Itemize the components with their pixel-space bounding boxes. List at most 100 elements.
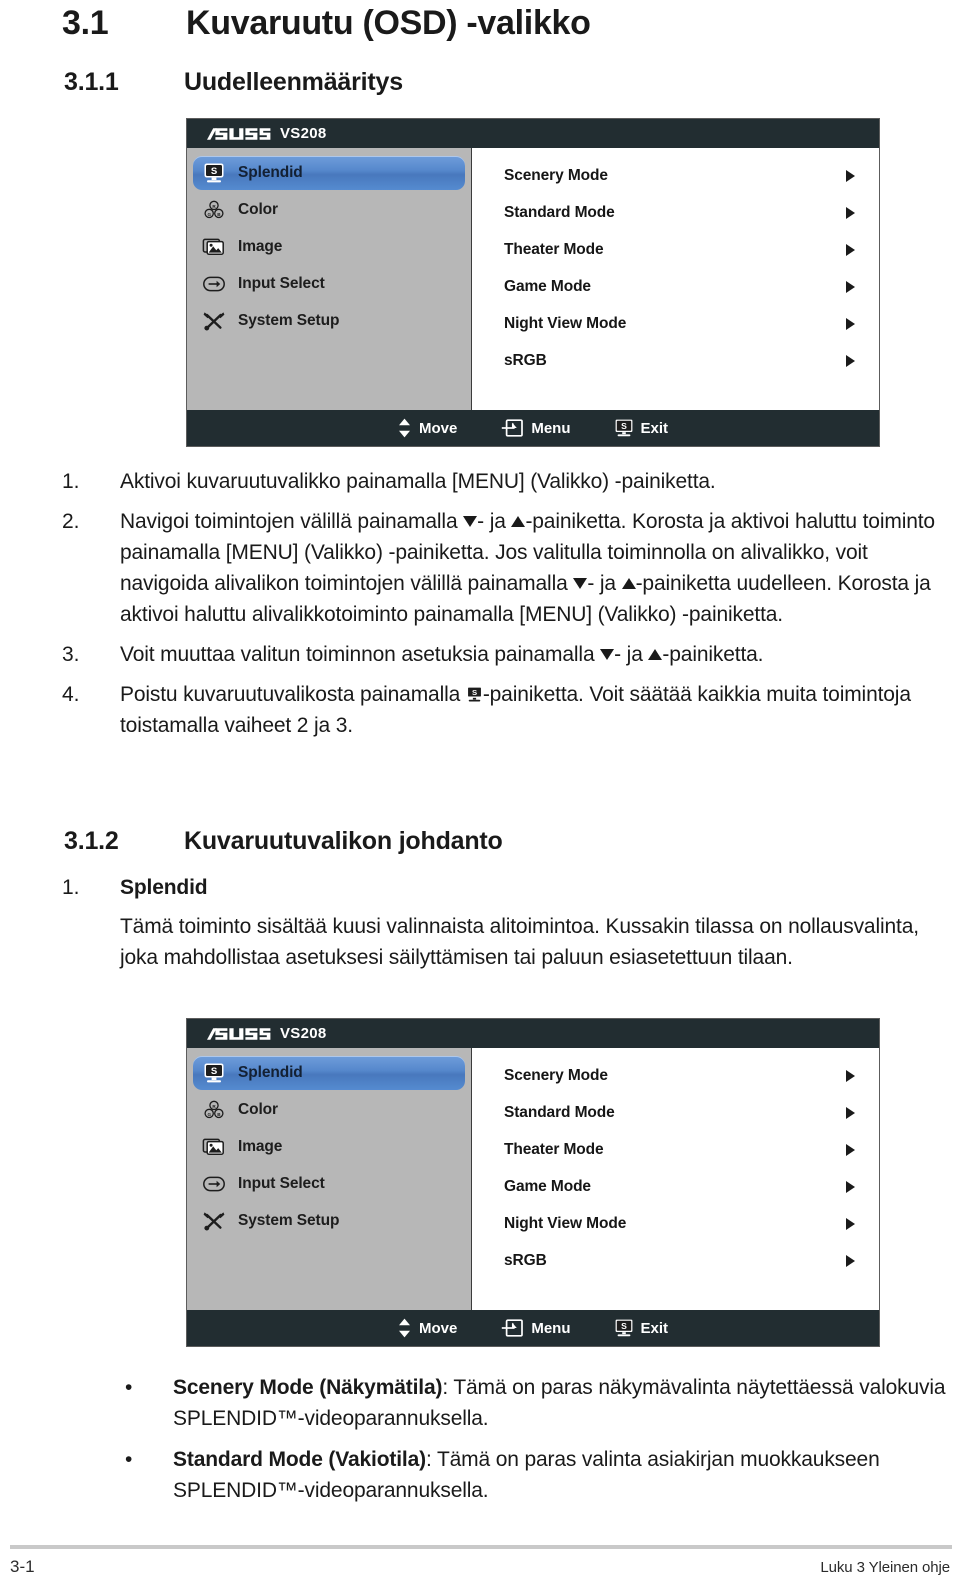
osd-menu-item-label: Standard Mode (504, 203, 615, 221)
section-heading-3-1-2: 3.1.2 Kuvaruutuvalikon johdanto (64, 827, 503, 856)
osd-sidebar-item-color[interactable]: R G B Color (193, 193, 465, 227)
osd-sidebar-item-label: Color (238, 201, 278, 218)
osd-sidebar-item-input-select[interactable]: Input Select (193, 267, 465, 301)
osd-sidebar-item-system-setup[interactable]: System Setup (193, 1204, 465, 1238)
section-heading-3-1-1-title: Uudelleenmääritys (184, 68, 403, 96)
step-text: Poistu kuvaruutuvalikosta painamalla S -… (120, 683, 911, 737)
osd-menu-item-scenery-mode[interactable]: Scenery Mode (472, 157, 879, 194)
section-heading-3-1: 3.1 Kuvaruutu (OSD) -valikko (62, 4, 591, 43)
osd-menu-item-game-mode[interactable]: Game Mode (472, 1168, 879, 1205)
osd-sidebar: S Splendid R G B Color Image Input Select… (187, 1048, 472, 1310)
osd-sidebar-item-splendid[interactable]: S Splendid (193, 156, 465, 190)
osd-menu-item-label: Game Mode (504, 277, 591, 295)
instruction-steps-list: 1. Aktivoi kuvaruutuvalikko painamalla [M… (62, 466, 948, 750)
osd-model-name: VS208 (280, 125, 327, 142)
svg-text:B: B (217, 212, 221, 217)
osd-move-control[interactable]: Move (398, 418, 457, 438)
list-item: • Standard Mode (Vakiotila): Tämä on para… (118, 1444, 948, 1506)
chevron-right-icon (846, 280, 855, 293)
osd-menu-item-label: Theater Mode (504, 1140, 604, 1158)
splendid-item-title: Splendid (120, 876, 208, 899)
list-item: 1. Splendid (62, 872, 948, 903)
osd-menu-item-theater-mode[interactable]: Theater Mode (472, 1131, 879, 1168)
osd-menu-item-label: Theater Mode (504, 240, 604, 258)
osd-exit-control-label: Exit (640, 419, 669, 437)
chevron-right-icon (846, 1217, 855, 1230)
triangle-down-icon (573, 578, 588, 589)
osd-sidebar-item-label: Image (238, 238, 283, 255)
osd-menu-item-night-view-mode[interactable]: Night View Mode (472, 305, 879, 342)
chevron-right-icon (846, 1254, 855, 1267)
osd-model-name: VS208 (280, 1025, 327, 1042)
step-number: 3. (62, 643, 80, 666)
osd-sidebar-item-label: Image (238, 1138, 283, 1155)
section-heading-3-1-1: 3.1.1 Uudelleenmääritys (64, 68, 403, 97)
osd-sidebar-item-label: System Setup (238, 312, 340, 329)
osd-sidebar-item-color[interactable]: R G B Color (193, 1093, 465, 1127)
bullet-text: Standard Mode (Vakiotila): Tämä on paras… (173, 1448, 880, 1502)
up-down-arrows-icon (398, 418, 410, 438)
osd-menu-control[interactable]: Menu (501, 419, 571, 437)
osd-menu-item-standard-mode[interactable]: Standard Mode (472, 194, 879, 231)
osd-sidebar-item-splendid[interactable]: S Splendid (193, 1056, 465, 1090)
chevron-right-icon (846, 1143, 855, 1156)
splendid-paragraph: Tämä toiminto sisältää kuusi valinnaista… (120, 915, 919, 969)
osd-submenu-list: Scenery Mode Standard Mode Theater Mode Gam… (472, 148, 879, 410)
up-down-arrows-icon (398, 1318, 410, 1338)
bullet-text: Scenery Mode (Näkymätila): Tämä on paras… (173, 1376, 946, 1430)
triangle-up-icon (621, 578, 636, 589)
svg-text:R: R (212, 1104, 216, 1109)
step-text: Aktivoi kuvaruutuvalikko painamalla [MEN… (120, 470, 716, 493)
osd-footer-bar: Move Menu S Exit (187, 410, 879, 446)
osd-menu-item-scenery-mode[interactable]: Scenery Mode (472, 1057, 879, 1094)
splendid-s-button-icon: S (615, 1319, 632, 1336)
menu-button-icon (502, 1319, 524, 1337)
triangle-down-icon (463, 516, 478, 527)
bullet-marker: • (125, 1448, 133, 1471)
osd-sidebar-item-image[interactable]: Image (193, 230, 465, 264)
page-number: 3-1 (10, 1557, 35, 1576)
osd-sidebar-item-input-select[interactable]: Input Select (193, 1167, 465, 1201)
osd-sidebar-item-image[interactable]: Image (193, 1130, 465, 1164)
input-select-arrow-icon (203, 276, 225, 292)
chevron-right-icon (846, 317, 855, 330)
osd-footer-bar: Move Menu S Exit (187, 1310, 879, 1346)
splendid-item-marker: 1. (62, 876, 80, 899)
document-page: 3.1 Kuvaruutu (OSD) -valikko 3.1.1 Uudelle… (0, 0, 960, 1587)
osd-menu-item-srgb[interactable]: sRGB (472, 1242, 879, 1279)
osd-sidebar: S Splendid R G B Color Image Input Select… (187, 148, 472, 410)
osd-menu-item-theater-mode[interactable]: Theater Mode (472, 231, 879, 268)
svg-text:S: S (621, 1321, 627, 1331)
osd-sidebar-item-label: Input Select (238, 1175, 325, 1192)
osd-exit-control[interactable]: S Exit (615, 1319, 668, 1338)
section-heading-3-1-2-number: 3.1.2 (64, 827, 119, 855)
osd-exit-control[interactable]: S Exit (615, 419, 669, 438)
svg-text:S: S (211, 1066, 217, 1077)
chevron-right-icon (846, 169, 855, 182)
mode-name: Scenery Mode (Näkymätila) (173, 1376, 443, 1399)
osd-move-control-label: Move (418, 419, 458, 437)
osd-menu-item-standard-mode[interactable]: Standard Mode (472, 1094, 879, 1131)
chevron-right-icon (846, 243, 855, 256)
osd-menu-item-label: sRGB (504, 351, 547, 369)
instruction-step: 3. Voit muuttaa valitun toiminnon asetuks… (62, 639, 948, 670)
osd-menu-control[interactable]: Menu (501, 1319, 571, 1337)
footer-divider (10, 1545, 952, 1549)
osd-menu-item-label: Scenery Mode (504, 166, 608, 184)
osd-sidebar-item-label: Color (238, 1101, 278, 1118)
osd-menu-item-srgb[interactable]: sRGB (472, 342, 879, 379)
splendid-monitor-icon: S (204, 163, 224, 183)
osd-menu-item-night-view-mode[interactable]: Night View Mode (472, 1205, 879, 1242)
osd-menu-control-label: Menu (531, 1319, 571, 1337)
step-number: 2. (62, 510, 80, 533)
osd-menu-item-game-mode[interactable]: Game Mode (472, 268, 879, 305)
svg-text:S: S (621, 421, 627, 431)
osd-move-control[interactable]: Move (398, 1318, 457, 1338)
osd-title-bar: VS208 (187, 1019, 879, 1048)
svg-text:R: R (212, 204, 216, 209)
chevron-right-icon (846, 1180, 855, 1193)
chevron-right-icon (846, 354, 855, 367)
asus-logo (207, 127, 271, 140)
section-heading-3-1-2-title: Kuvaruutuvalikon johdanto (184, 827, 503, 855)
osd-sidebar-item-system-setup[interactable]: System Setup (193, 304, 465, 338)
